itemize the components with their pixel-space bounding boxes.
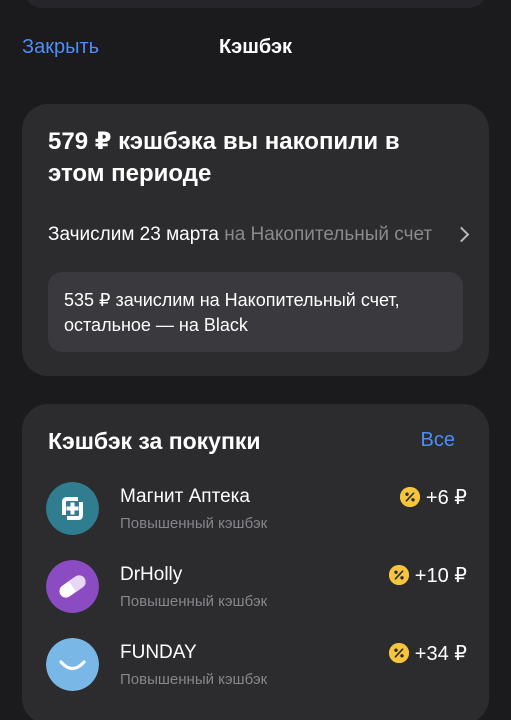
chevron-right-icon [453, 226, 470, 243]
percent-badge-icon [388, 643, 409, 663]
navigation-bar: Закрыть Кэшбэк [0, 30, 511, 66]
list-item[interactable]: FUNDAY Повышенный кэшбэк +34 ₽ [46, 638, 467, 694]
cashback-amount: +10 ₽ [388, 562, 467, 588]
cashback-amount: +6 ₽ [399, 484, 467, 510]
amount-value: +10 ₽ [414, 564, 467, 587]
purchases-title: Кэшбэк за покупки [48, 428, 261, 454]
merchant-name: Магнит Аптека [120, 486, 250, 507]
cashback-amount: +34 ₽ [388, 640, 467, 666]
merchant-name: FUNDAY [120, 642, 197, 663]
merchant-name: DrHolly [120, 564, 183, 585]
accrual-info-row[interactable]: Зачислим 23 марта на Накопительный счет [48, 222, 470, 250]
cashback-type: Повышенный кэшбэк [120, 593, 268, 610]
smile-icon [46, 638, 99, 691]
previous-sheet-edge [24, 0, 487, 8]
cashback-type: Повышенный кэшбэк [120, 515, 268, 532]
accrual-text: Зачислим 23 марта на Накопительный счет [48, 224, 439, 246]
show-all-button[interactable]: Все [421, 429, 455, 452]
accrual-destination: на Накопительный счет [224, 224, 433, 245]
accrual-note: 535 ₽ зачислим на Накопительный счет, ос… [48, 272, 463, 352]
amount-value: +6 ₽ [425, 486, 467, 509]
percent-badge-icon [399, 487, 420, 507]
purchases-header: Кэшбэк за покупки Все [48, 428, 467, 458]
accrual-date: Зачислим 23 марта [48, 224, 219, 245]
list-item[interactable]: DrHolly Повышенный кэшбэк +10 ₽ [46, 560, 467, 616]
magnit-apteka-logo-icon [46, 482, 99, 535]
amount-value: +34 ₽ [414, 642, 467, 665]
list-item[interactable]: Магнит Аптека Повышенный кэшбэк +6 ₽ [46, 482, 467, 538]
cashback-total-headline: 579 ₽ кэшбэка вы накопили в этом периоде [48, 128, 400, 187]
page-title: Кэшбэк [218, 36, 293, 58]
percent-badge-icon [388, 565, 409, 585]
cashback-screen: Закрыть Кэшбэк 579 ₽ кэшбэка вы накопили… [0, 0, 511, 720]
purchases-cashback-card: Кэшбэк за покупки Все Магнит Аптека Повы… [22, 404, 489, 720]
pill-icon [46, 560, 99, 613]
cashback-type: Повышенный кэшбэк [120, 671, 268, 688]
cashback-summary-card: 579 ₽ кэшбэка вы накопили в этом периоде… [22, 104, 489, 376]
